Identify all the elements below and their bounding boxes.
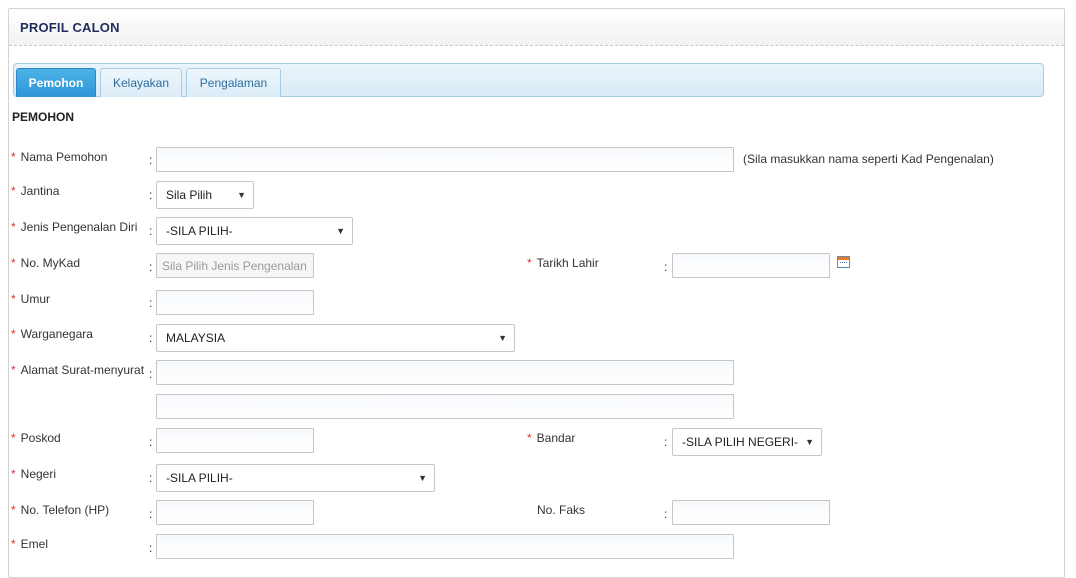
telefon-input[interactable]	[156, 500, 314, 525]
mykad-label: * No. MyKad	[11, 256, 81, 270]
chevron-down-icon: ▼	[805, 437, 814, 447]
emel-label: * Emel	[11, 537, 49, 551]
warganegara-label: * Warganegara	[11, 327, 93, 341]
umur-label: * Umur	[11, 292, 51, 306]
negeri-select[interactable]: -SILA PILIH- ▼	[156, 464, 435, 492]
jantina-label: * Jantina	[11, 184, 60, 198]
emel-input[interactable]	[156, 534, 734, 559]
alamat-label: * Alamat Surat-menyurat	[11, 363, 145, 377]
section-title: PEMOHON	[12, 110, 75, 124]
jenis-pengenalan-label: * Jenis Pengenalan Diri	[11, 220, 138, 234]
nama-pemohon-label: * Nama Pemohon	[11, 150, 108, 164]
tab-pengalaman[interactable]: Pengalaman	[186, 68, 281, 97]
mykad-input[interactable]	[156, 253, 314, 278]
nama-pemohon-input[interactable]	[156, 147, 734, 172]
panel-header: PROFIL CALON	[9, 9, 1064, 46]
bandar-select[interactable]: -SILA PILIH NEGERI- ▼	[672, 428, 822, 456]
bandar-label: * Bandar	[527, 431, 576, 445]
tarikh-lahir-input[interactable]	[672, 253, 830, 278]
jantina-select[interactable]: Sila Pilih ▼	[156, 181, 254, 209]
alamat-line1-input[interactable]	[156, 360, 734, 385]
faks-label: No. Faks	[537, 503, 586, 517]
jenis-pengenalan-select[interactable]: -SILA PILIH- ▼	[156, 217, 353, 245]
chevron-down-icon: ▼	[237, 190, 246, 200]
faks-input[interactable]	[672, 500, 830, 525]
nama-hint: (Sila masukkan nama seperti Kad Pengenal…	[743, 152, 994, 166]
page-title: PROFIL CALON	[20, 20, 120, 35]
tarikh-lahir-label: * Tarikh Lahir	[527, 256, 599, 270]
chevron-down-icon: ▼	[336, 226, 345, 236]
tab-bar: Pemohon Kelayakan Pengalaman	[13, 63, 1044, 97]
negeri-label: * Negeri	[11, 467, 57, 481]
chevron-down-icon: ▼	[418, 473, 427, 483]
poskod-label: * Poskod	[11, 431, 61, 445]
calendar-icon[interactable]	[837, 256, 850, 268]
telefon-label: * No. Telefon (HP)	[11, 503, 110, 517]
warganegara-select[interactable]: MALAYSIA ▼	[156, 324, 515, 352]
tab-pemohon[interactable]: Pemohon	[16, 68, 96, 97]
chevron-down-icon: ▼	[498, 333, 507, 343]
poskod-input[interactable]	[156, 428, 314, 453]
umur-input[interactable]	[156, 290, 314, 315]
tab-kelayakan[interactable]: Kelayakan	[100, 68, 182, 97]
alamat-line2-input[interactable]	[156, 394, 734, 419]
